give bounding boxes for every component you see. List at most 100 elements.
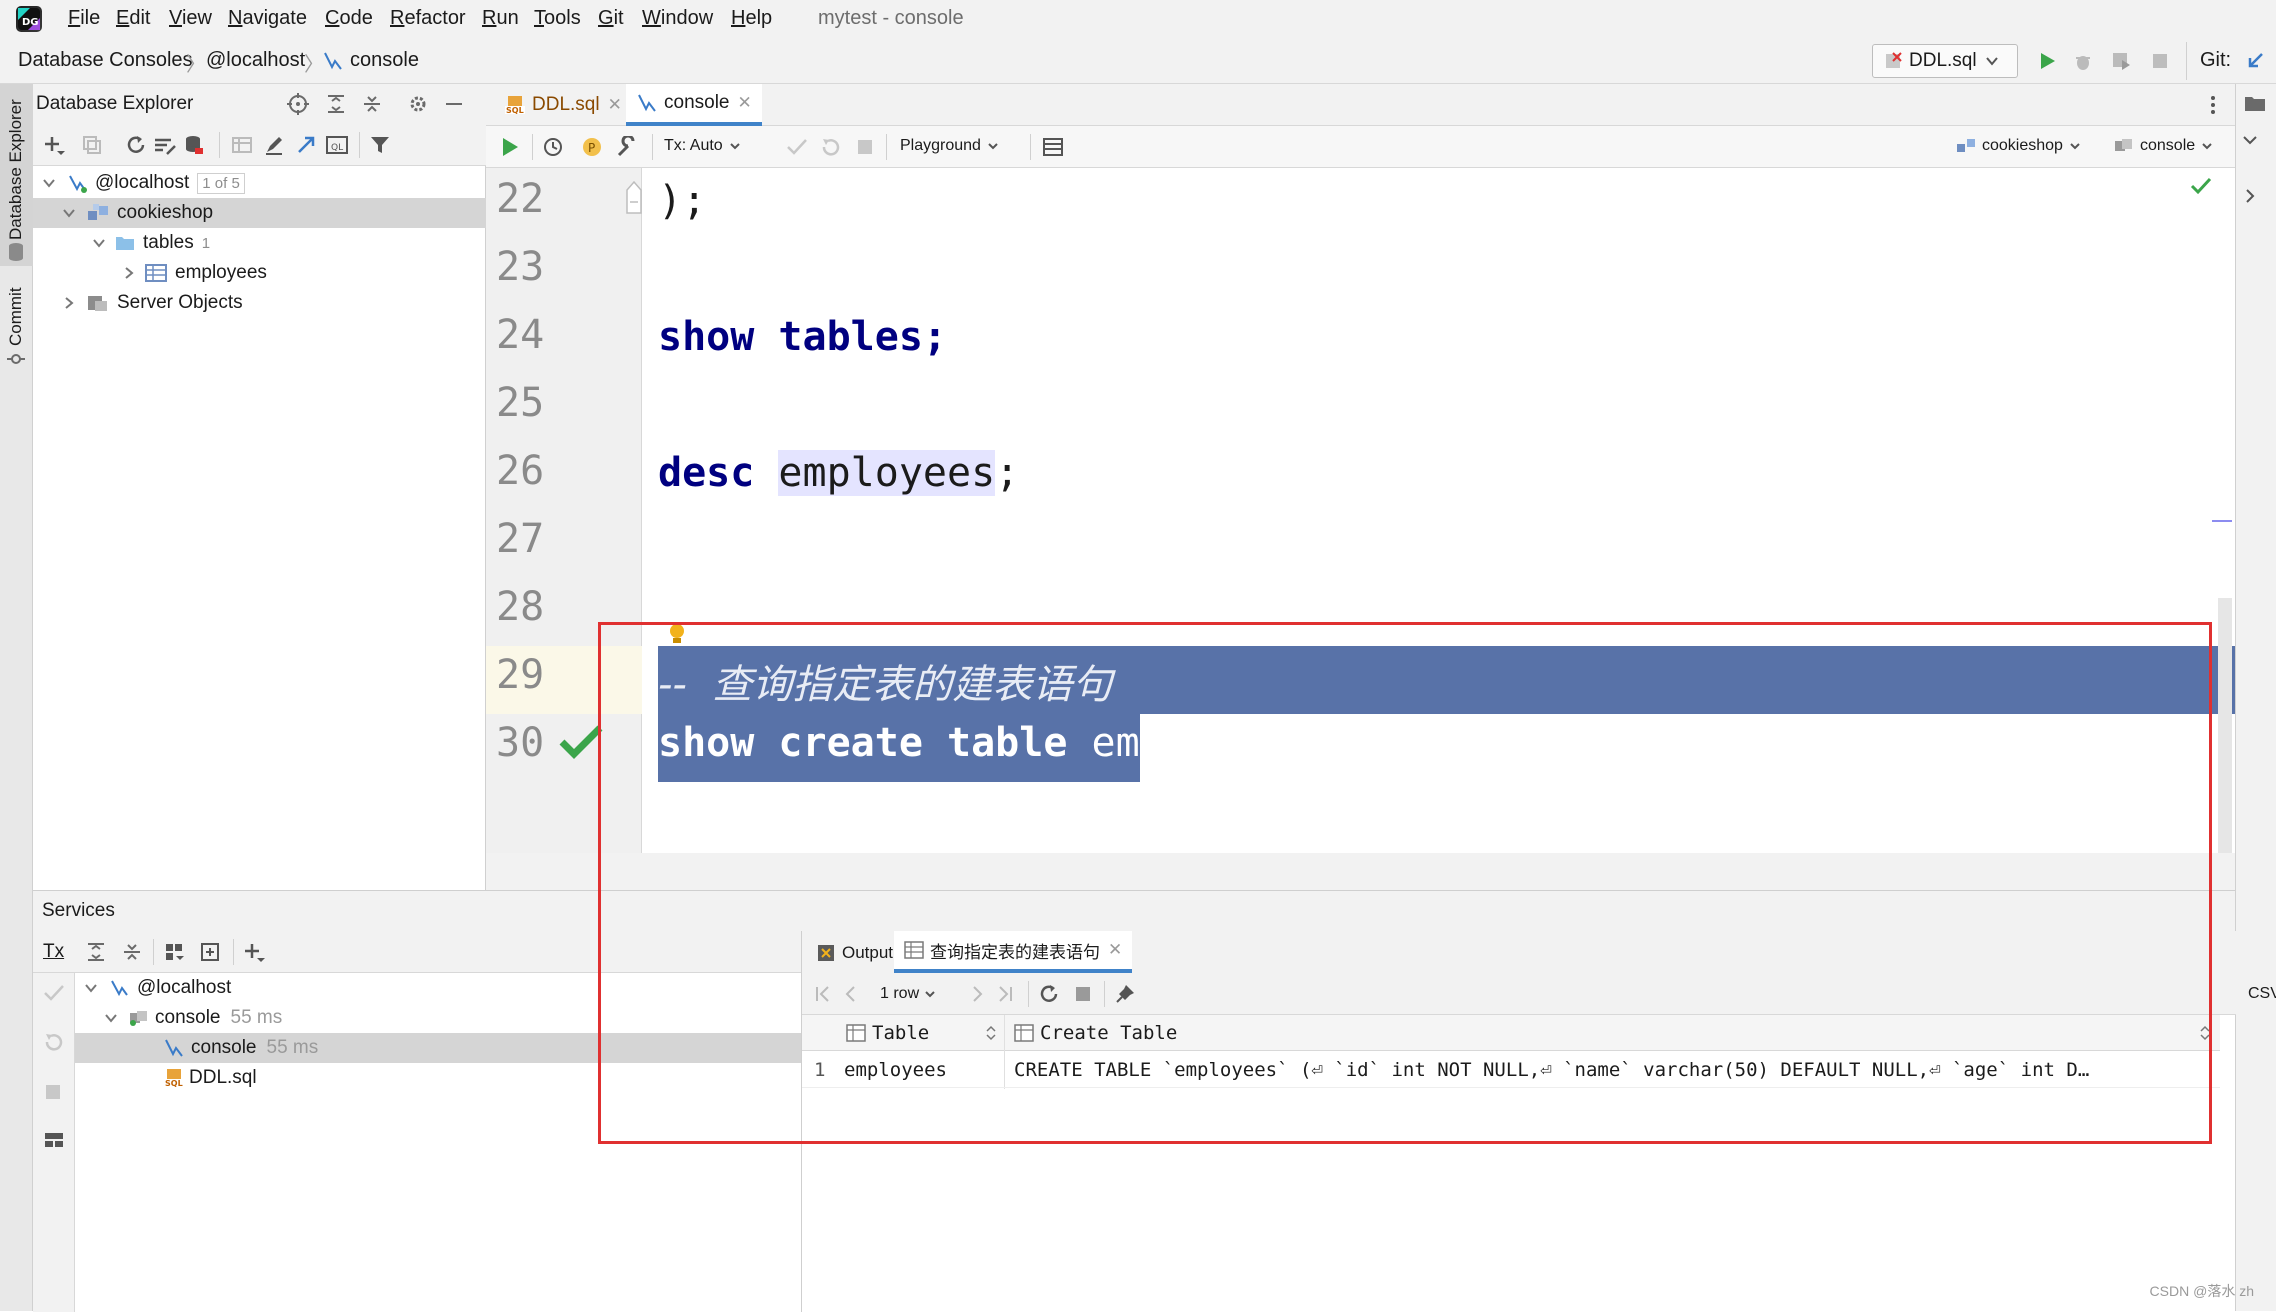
menu-code[interactable]: Code xyxy=(325,7,373,30)
more-options-icon[interactable] xyxy=(2208,94,2218,116)
database-explorer-tool-button[interactable]: Database Explorer xyxy=(0,84,33,266)
schema-icon[interactable] xyxy=(153,134,177,156)
chevron-down-icon[interactable] xyxy=(39,176,59,190)
menu-tools[interactable]: Tools xyxy=(534,7,581,30)
data-source-properties-icon[interactable] xyxy=(183,134,205,156)
chevron-down-icon[interactable] xyxy=(59,206,79,220)
debug-icon[interactable] xyxy=(2072,50,2094,72)
commit-check-icon[interactable] xyxy=(786,137,808,157)
playground-mode-select[interactable]: Playground xyxy=(900,137,999,155)
export-format-select[interactable]: CSV xyxy=(2248,985,2276,1003)
run-with-coverage-icon[interactable] xyxy=(2110,50,2132,72)
jump-to-console-icon[interactable] xyxy=(295,134,317,156)
page-size-select[interactable]: 1 row xyxy=(880,985,936,1003)
refresh-icon[interactable] xyxy=(1038,983,1060,1005)
close-icon[interactable]: ✕ xyxy=(1108,940,1122,960)
chevron-down-icon[interactable] xyxy=(2242,132,2258,148)
schema-select[interactable]: cookieshop xyxy=(1956,137,2081,155)
menu-navigate[interactable]: Navigate xyxy=(228,7,307,30)
tab-console[interactable]: console ✕ xyxy=(626,84,762,126)
tab-query-result[interactable]: 查询指定表的建表语句 ✕ xyxy=(894,931,1132,973)
menu-edit[interactable]: Edit xyxy=(116,7,150,30)
collapse-all-icon[interactable] xyxy=(121,941,143,963)
chevron-right-icon[interactable] xyxy=(2242,188,2258,204)
horizontal-scrollbar[interactable] xyxy=(486,853,2235,890)
expand-all-icon[interactable] xyxy=(85,941,107,963)
tab-ddl-sql[interactable]: SQL DDL.sql ✕ xyxy=(494,84,632,126)
edit-icon[interactable] xyxy=(263,134,285,156)
previous-page-icon[interactable] xyxy=(842,985,860,1003)
sort-icon[interactable] xyxy=(2200,1025,2210,1041)
fold-marker-icon[interactable] xyxy=(626,180,642,214)
menu-view[interactable]: View xyxy=(169,7,212,30)
menu-window[interactable]: Window xyxy=(642,7,713,30)
group-by-icon[interactable] xyxy=(163,941,185,963)
last-page-icon[interactable] xyxy=(996,985,1014,1003)
folder-open-icon[interactable] xyxy=(2244,94,2268,114)
duplicate-icon[interactable] xyxy=(81,134,103,156)
tab-output[interactable]: Output xyxy=(816,943,893,963)
stop-icon[interactable] xyxy=(1074,985,1092,1003)
no-problems-check-icon[interactable] xyxy=(2190,176,2212,196)
history-icon[interactable] xyxy=(542,136,564,158)
session-select[interactable]: console xyxy=(2114,137,2213,155)
code-editor[interactable]: ); show tables; desc employees; -- 查询指定表… xyxy=(642,168,2235,853)
first-page-icon[interactable] xyxy=(814,985,832,1003)
chevron-down-icon[interactable] xyxy=(89,236,109,250)
tree-node-employees[interactable]: employees xyxy=(33,258,486,288)
breadcrumb-console[interactable]: console xyxy=(350,49,419,72)
commit-check-icon[interactable] xyxy=(43,983,65,1003)
gear-icon[interactable] xyxy=(407,93,429,115)
filter-icon[interactable] xyxy=(369,134,391,156)
stop-icon[interactable] xyxy=(856,138,874,156)
collapse-all-icon[interactable] xyxy=(361,93,383,115)
add-icon[interactable] xyxy=(243,941,265,963)
service-node-ddl-sql[interactable]: SQL DDL.sql xyxy=(75,1063,801,1093)
tree-node-tables[interactable]: tables 1 xyxy=(33,228,486,258)
sort-icon[interactable] xyxy=(986,1025,996,1041)
breadcrumb-localhost[interactable]: @localhost xyxy=(206,49,305,72)
layout-icon[interactable] xyxy=(43,1129,65,1151)
rollback-icon[interactable] xyxy=(43,1031,65,1053)
rollback-icon[interactable] xyxy=(820,136,842,158)
menu-help[interactable]: Help xyxy=(731,7,772,30)
locate-icon[interactable] xyxy=(287,93,309,115)
vertical-scrollbar[interactable] xyxy=(2218,598,2232,853)
stop-icon[interactable] xyxy=(2150,51,2170,71)
wrench-icon[interactable] xyxy=(616,136,638,158)
menu-refactor[interactable]: Refactor xyxy=(390,7,466,30)
cell-create-table[interactable]: CREATE TABLE `employees` (⏎ `id` int NOT… xyxy=(1014,1059,2214,1081)
chevron-down-icon[interactable] xyxy=(81,981,101,995)
tree-node-cookieshop[interactable]: cookieshop xyxy=(33,198,486,228)
transaction-mode-select[interactable]: Tx: Auto xyxy=(664,137,741,155)
transaction-control-button[interactable]: Tx xyxy=(43,941,64,963)
next-page-icon[interactable] xyxy=(968,985,986,1003)
menu-git[interactable]: Git xyxy=(598,7,624,30)
expand-all-icon[interactable] xyxy=(325,93,347,115)
table-editor-icon[interactable] xyxy=(231,134,253,156)
service-node-console-group[interactable]: console 55 ms xyxy=(75,1003,801,1033)
new-tab-icon[interactable] xyxy=(199,941,221,963)
refresh-icon[interactable] xyxy=(125,134,147,156)
execute-icon[interactable] xyxy=(500,136,520,158)
add-icon[interactable] xyxy=(43,134,65,156)
close-icon[interactable]: ✕ xyxy=(608,95,622,115)
service-node-console[interactable]: console 55 ms xyxy=(75,1033,801,1063)
tree-node-server-objects[interactable]: Server Objects xyxy=(33,288,486,318)
run-configuration-select[interactable]: DDL.sql xyxy=(1872,44,2018,78)
git-update-icon[interactable] xyxy=(2244,50,2266,72)
breadcrumb-database-consoles[interactable]: Database Consoles xyxy=(18,49,193,72)
chevron-down-icon[interactable] xyxy=(101,1011,121,1025)
chevron-right-icon[interactable] xyxy=(119,266,139,280)
run-icon[interactable] xyxy=(2036,50,2058,72)
menu-file[interactable]: File xyxy=(68,7,100,30)
pin-icon[interactable] xyxy=(1114,983,1136,1005)
service-node-localhost[interactable]: @localhost xyxy=(75,973,801,1003)
column-header-table[interactable]: Table xyxy=(872,1022,929,1044)
commit-tool-button[interactable]: Commit xyxy=(0,284,33,376)
column-header-create-table[interactable]: Create Table xyxy=(1040,1022,1177,1044)
chevron-right-icon[interactable] xyxy=(59,296,79,310)
schema-count-badge[interactable]: 1 of 5 xyxy=(197,173,245,194)
parameters-icon[interactable]: P xyxy=(582,137,602,157)
intention-bulb-icon[interactable] xyxy=(668,622,686,646)
